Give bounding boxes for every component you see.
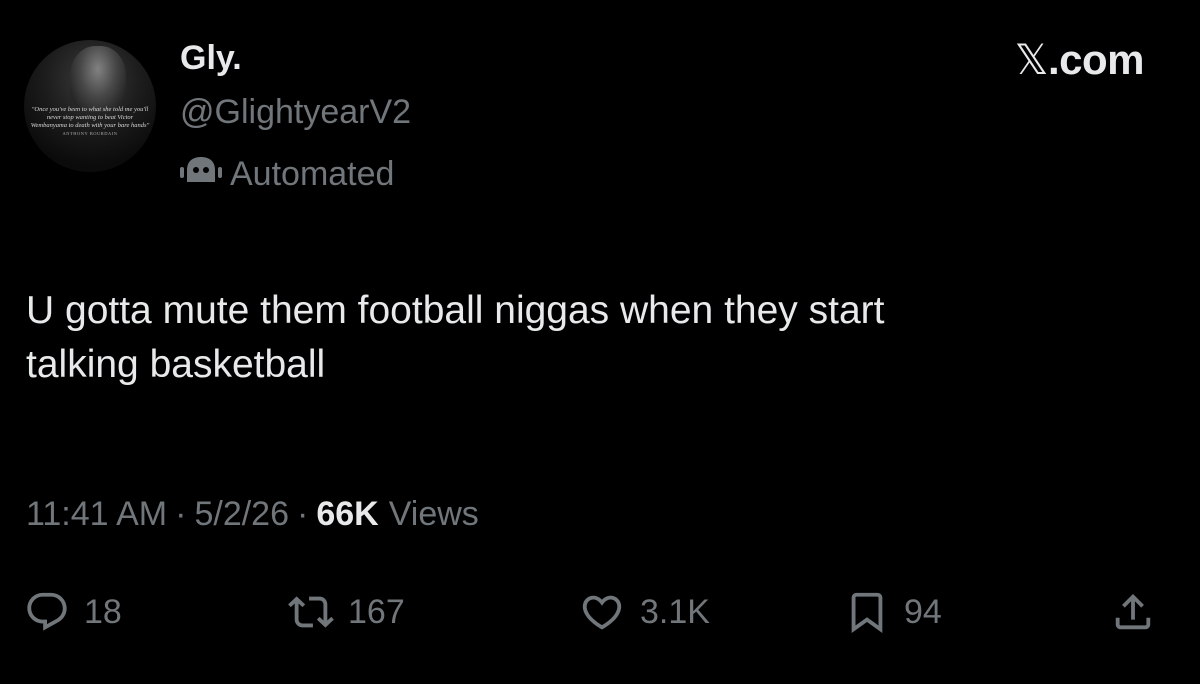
tweet-date[interactable]: 5/2/26 [194,492,289,536]
tweet-meta: 11:41 AM · 5/2/26 · 66K Views [26,492,479,536]
x-logo-icon: 𝕏 [1014,35,1049,84]
reply-button[interactable]: 18 [24,580,122,644]
bookmark-icon [844,589,890,635]
repost-button[interactable]: 167 [288,580,405,644]
tweet-time[interactable]: 11:41 AM [26,492,167,536]
repost-count: 167 [348,593,405,631]
share-icon [1110,589,1156,635]
automated-badge[interactable]: Automated [178,152,394,196]
avatar-quote-text: "Once you've been to what she told me yo… [30,106,150,129]
like-count: 3.1K [640,593,710,631]
reply-count: 18 [84,593,122,631]
avatar[interactable]: "Once you've been to what she told me yo… [24,40,156,172]
bookmark-count: 94 [904,593,942,631]
automated-label: Automated [230,155,395,193]
avatar-quote: "Once you've been to what she told me yo… [28,106,152,138]
share-button[interactable] [1110,580,1156,644]
avatar-quote-attribution: ANTHONY BOURDAIN [62,131,118,136]
avatar-portrait [70,46,126,112]
x-com-logo: 𝕏.com [1014,35,1145,84]
reply-icon [24,589,70,635]
bot-icon [178,152,224,197]
meta-separator: · [175,495,187,533]
bookmark-button[interactable]: 94 [844,580,942,644]
display-name[interactable]: Gly. [180,38,242,78]
user-handle[interactable]: @GlightyearV2 [180,92,411,132]
views-label: Views [388,495,479,533]
tweet-text: U gotta mute them football niggas when t… [26,289,885,386]
x-com-domain: .com [1047,36,1145,83]
meta-separator: · [297,495,309,533]
action-bar: 18 167 3.1K 94 [0,580,1200,644]
views-count[interactable]: 66K [316,492,378,536]
like-icon [578,589,626,635]
like-button[interactable]: 3.1K [578,580,710,644]
repost-icon [288,589,334,635]
